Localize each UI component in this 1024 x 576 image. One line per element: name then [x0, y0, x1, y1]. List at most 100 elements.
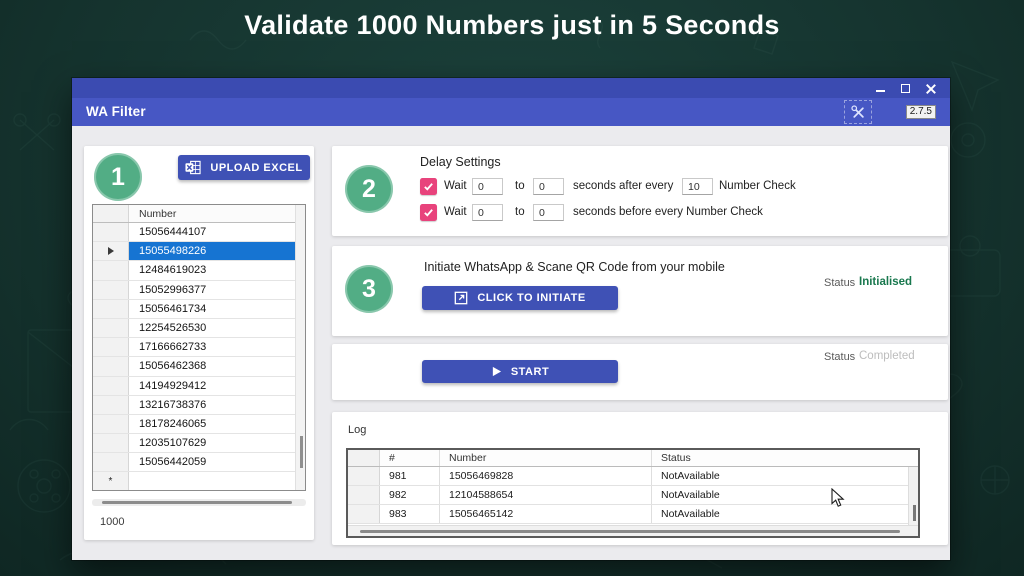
log-status-cell: NotAvailable: [652, 467, 918, 485]
number-row-header: [93, 357, 129, 375]
number-row[interactable]: 15056444107: [93, 223, 295, 242]
wait-label-2: Wait: [444, 204, 467, 221]
number-cell: 12254526530: [129, 319, 295, 337]
number-cell: 15056444107: [129, 223, 295, 241]
number-row[interactable]: 17166662733: [93, 338, 295, 357]
to-label-2: to: [515, 204, 525, 221]
log-row[interactable]: 98115056469828NotAvailable: [348, 467, 918, 486]
number-cell: 14194929412: [129, 377, 295, 395]
numbers-column-header[interactable]: Number: [129, 205, 295, 222]
initiate-status-value: Initialised: [859, 276, 912, 288]
maximize-icon[interactable]: [900, 83, 911, 94]
delay-before-to-input[interactable]: [533, 204, 564, 221]
number-cell: 15056462368: [129, 357, 295, 375]
log-column-header[interactable]: Status: [652, 450, 918, 466]
initiate-instruction: Initiate WhatsApp & Scane QR Code from y…: [424, 260, 725, 274]
minimize-icon[interactable]: [875, 83, 886, 94]
log-horizontal-scrollbar[interactable]: [348, 525, 918, 536]
delay-settings-title: Delay Settings: [420, 155, 501, 169]
step1-panel: 1 UPLOAD EXCEL Number: [84, 146, 314, 540]
start-button[interactable]: START: [422, 360, 618, 383]
number-row[interactable]: 12035107629: [93, 434, 295, 453]
number-cell: 12484619023: [129, 261, 295, 279]
log-status-cell: NotAvailable: [652, 486, 918, 504]
log-row-header: [348, 467, 380, 485]
excel-file-icon: [185, 160, 201, 175]
log-number-cell: 15056469828: [440, 467, 652, 485]
version-badge: 2.7.5: [906, 105, 936, 119]
delay-after-from-input[interactable]: [472, 178, 503, 195]
number-row[interactable]: 18178246065: [93, 415, 295, 434]
number-row[interactable]: 13216738376: [93, 396, 295, 415]
delay-before-checkbox[interactable]: [420, 204, 437, 221]
upload-excel-button[interactable]: UPLOAD EXCEL: [178, 155, 310, 180]
play-icon: [491, 366, 502, 377]
number-row[interactable]: 15056462368: [93, 357, 295, 376]
number-row[interactable]: 15055498226: [93, 242, 295, 261]
number-check-label: Number Check: [719, 178, 796, 195]
launch-icon: [454, 291, 468, 305]
close-icon[interactable]: [925, 83, 936, 94]
wait-label-1: Wait: [444, 178, 467, 195]
start-status-value: Completed: [859, 350, 915, 362]
number-row[interactable]: 15056442059: [93, 453, 295, 472]
number-row-header: [93, 396, 129, 414]
page-title: Validate 1000 Numbers just in 5 Seconds: [0, 10, 1024, 41]
current-row-arrow-icon: [108, 247, 114, 255]
log-index-cell: 981: [380, 467, 440, 485]
start-panel: START Status Completed: [332, 344, 948, 400]
click-to-initiate-button[interactable]: CLICK TO INITIATE: [422, 286, 618, 310]
step2-panel: 2 Delay Settings Wait to seconds after e…: [332, 146, 948, 236]
numbers-table-rows: 150564441071505549822612484619023 1505299…: [93, 223, 295, 491]
numbers-count: 1000: [100, 516, 124, 528]
step3-panel: 3 Initiate WhatsApp & Scane QR Code from…: [332, 246, 948, 336]
number-cell: 15056461734: [129, 300, 295, 318]
number-row-header: [93, 434, 129, 452]
delay-before-from-input[interactable]: [472, 204, 503, 221]
log-row-header-corner: [348, 450, 380, 466]
mouse-cursor: [831, 488, 845, 513]
delay-after-checkbox[interactable]: [420, 178, 437, 195]
number-cell: 15056442059: [129, 453, 295, 471]
numbers-scrollbar-thumb[interactable]: [300, 436, 303, 468]
number-cell: 13216738376: [129, 396, 295, 414]
seconds-before-label: seconds before every Number Check: [573, 204, 763, 221]
number-check-count-input[interactable]: [682, 178, 713, 195]
log-hscrollbar-thumb[interactable]: [360, 530, 900, 533]
log-vertical-scrollbar[interactable]: [908, 467, 918, 525]
numbers-hscrollbar-thumb[interactable]: [102, 501, 292, 504]
log-index-cell: 982: [380, 486, 440, 504]
log-table-header: #NumberStatus: [348, 450, 918, 467]
click-to-initiate-label: CLICK TO INITIATE: [477, 292, 585, 304]
check-icon: [423, 207, 434, 218]
number-cell: [129, 472, 295, 490]
log-row-header: [348, 505, 380, 523]
number-new-row[interactable]: *: [93, 472, 295, 491]
log-vscrollbar-thumb[interactable]: [913, 505, 916, 521]
numbers-horizontal-scrollbar[interactable]: [92, 499, 306, 506]
number-row[interactable]: 14194929412: [93, 377, 295, 396]
number-row[interactable]: 12254526530: [93, 319, 295, 338]
numbers-vertical-scrollbar[interactable]: [295, 205, 305, 490]
number-row[interactable]: 15056461734: [93, 300, 295, 319]
log-index-cell: 983: [380, 505, 440, 523]
app-header: WA Filter 2.7.5: [72, 98, 950, 126]
step1-badge: 1: [94, 153, 142, 201]
step3-badge: 3: [345, 265, 393, 313]
number-row[interactable]: 15052996377: [93, 281, 295, 300]
number-cell: 18178246065: [129, 415, 295, 433]
log-column-header[interactable]: #: [380, 450, 440, 466]
number-row-header: [93, 415, 129, 433]
number-row-header: [93, 377, 129, 395]
number-cell: 12035107629: [129, 434, 295, 452]
number-row-header: [93, 300, 129, 318]
number-cell: 15055498226: [129, 242, 295, 260]
log-column-header[interactable]: Number: [440, 450, 652, 466]
row-header-corner: [93, 205, 129, 222]
to-label-1: to: [515, 178, 525, 195]
number-row[interactable]: 12484619023: [93, 261, 295, 280]
delay-after-to-input[interactable]: [533, 178, 564, 195]
log-status-cell: NotAvailable: [652, 505, 918, 523]
start-status-label: Status: [824, 351, 855, 363]
settings-tools-button[interactable]: [844, 100, 872, 124]
